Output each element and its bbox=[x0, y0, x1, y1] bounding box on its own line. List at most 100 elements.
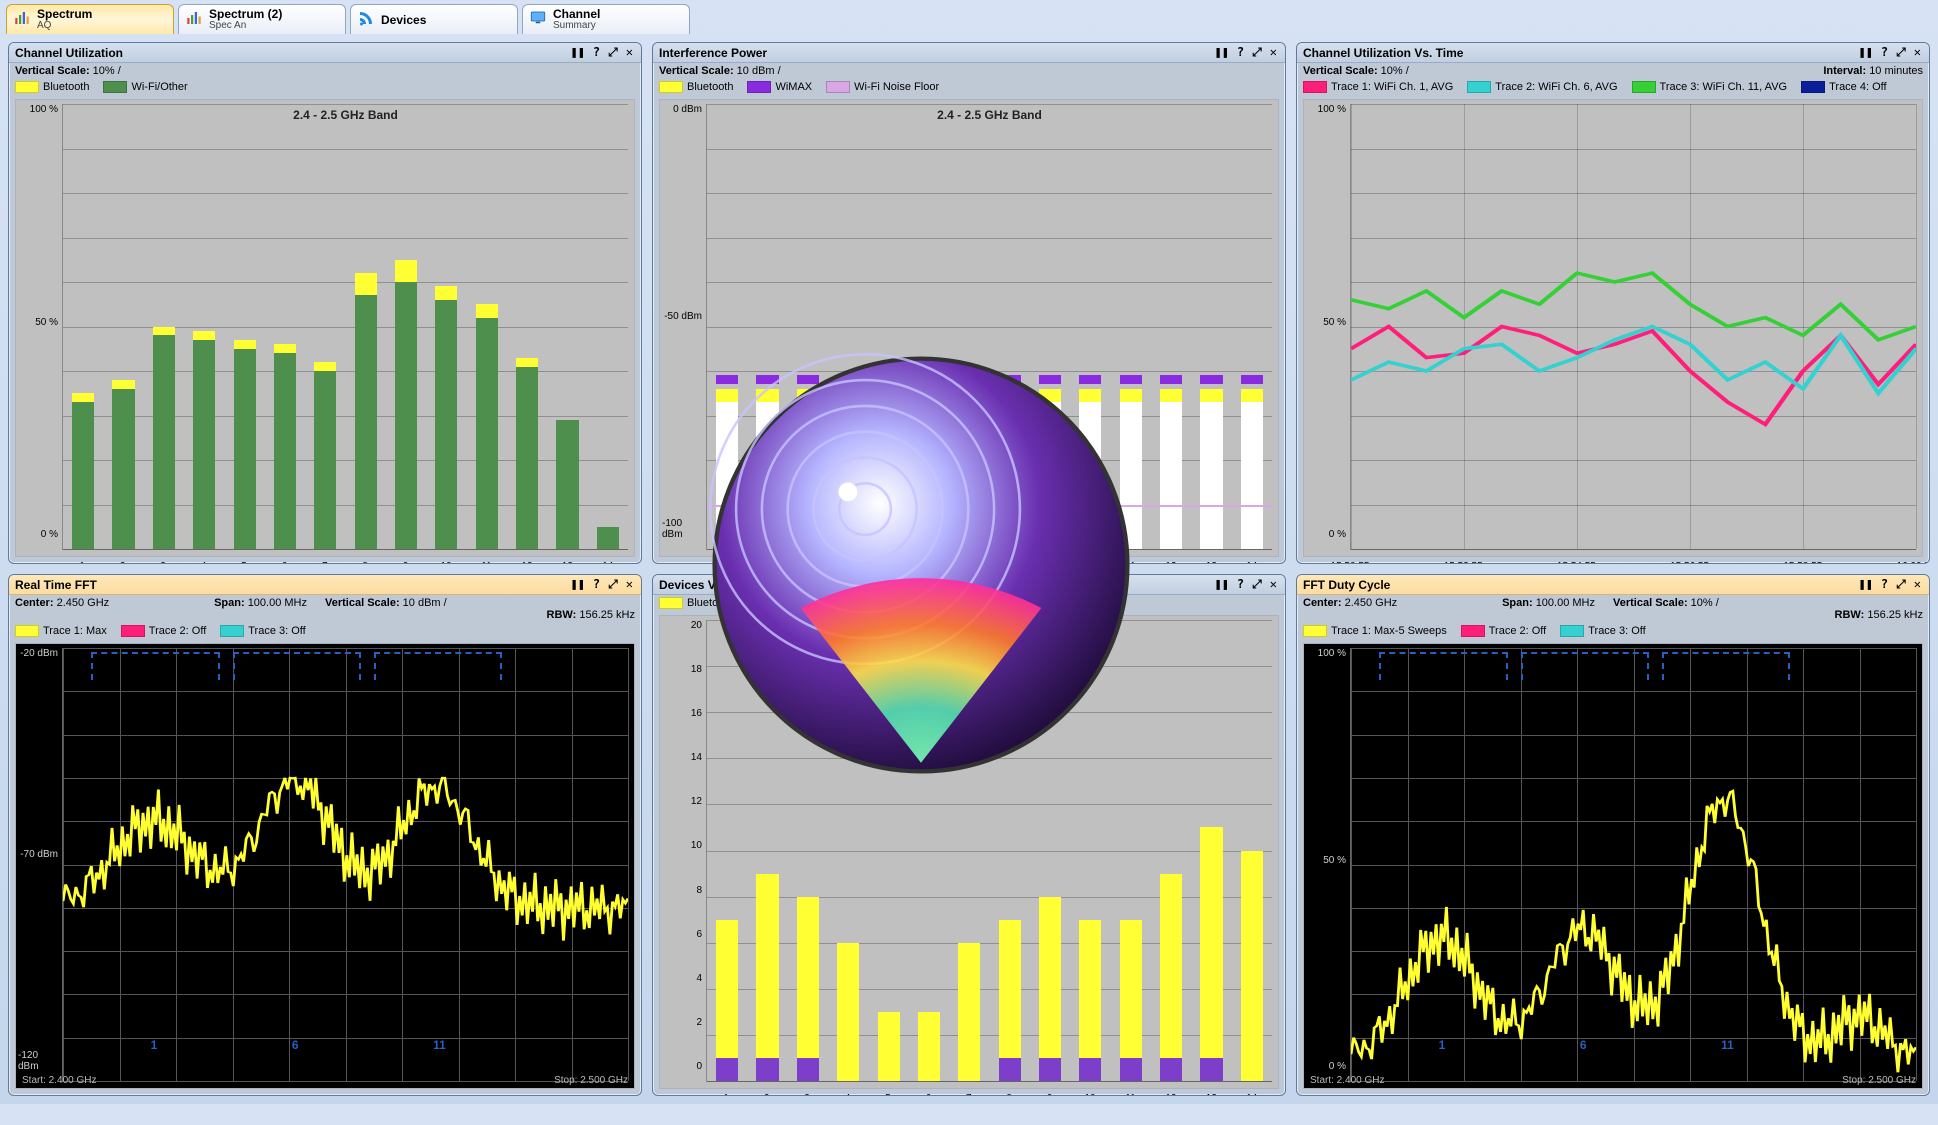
panel-title: FFT Duty Cycle bbox=[1303, 578, 1390, 592]
legend-label: Trace 2: Off bbox=[1489, 625, 1546, 637]
pause-button[interactable]: ❚❚ bbox=[568, 45, 586, 60]
legend-item[interactable]: Bluetooth bbox=[659, 597, 733, 609]
close-button[interactable]: ✕ bbox=[624, 45, 635, 60]
bar-wimax-cap bbox=[1160, 375, 1182, 384]
legend-item[interactable]: Wi-Fi Noise Floor bbox=[826, 81, 939, 93]
bar-wimax-cap bbox=[878, 375, 900, 384]
legend-swatch bbox=[220, 625, 244, 637]
bar-wimax-cap bbox=[958, 375, 980, 384]
legend-item[interactable]: Trace 3: WiFi Ch. 11, AVG bbox=[1632, 81, 1788, 93]
bar-bluetooth bbox=[837, 943, 859, 1081]
help-button[interactable]: ? bbox=[1235, 45, 1246, 60]
bar-body bbox=[1120, 402, 1142, 549]
tab-spectrum[interactable]: SpectrumAQ bbox=[6, 4, 174, 34]
bar-body bbox=[878, 402, 900, 549]
plot-fft-duty-cycle[interactable]: 100 %50 %0 % 1611 Start: 2.400 GHz Stop:… bbox=[1303, 643, 1923, 1089]
bar-bluetooth bbox=[797, 897, 819, 1081]
help-button[interactable]: ? bbox=[591, 45, 602, 60]
bar-bluetooth bbox=[878, 1012, 900, 1081]
close-button[interactable]: ✕ bbox=[624, 577, 635, 592]
legend-item[interactable]: Wi-Fi/Other bbox=[103, 81, 187, 93]
zoom-button[interactable]: ⤢ bbox=[606, 45, 620, 60]
panel-title: Real Time FFT bbox=[15, 578, 97, 592]
legend-swatch bbox=[103, 81, 127, 93]
help-button[interactable]: ? bbox=[591, 577, 602, 592]
tab-spectrum-2-[interactable]: Spectrum (2)Spec An bbox=[178, 4, 346, 34]
feed-icon bbox=[357, 9, 375, 30]
close-button[interactable]: ✕ bbox=[1912, 45, 1923, 60]
bar-wimax-cap bbox=[1241, 375, 1263, 384]
close-button[interactable]: ✕ bbox=[1268, 577, 1279, 592]
bar-bt-cap bbox=[1079, 389, 1101, 402]
help-button[interactable]: ? bbox=[1879, 577, 1890, 592]
bar-body bbox=[716, 402, 738, 549]
panel-tools: ❚❚ ? ⤢ ✕ bbox=[568, 45, 635, 60]
legend-item[interactable]: Bluetooth bbox=[659, 81, 733, 93]
legend: Bluetooth bbox=[653, 595, 1285, 611]
plot-utilization-vs-time[interactable]: 100 %50 %0 % 15:50:5515:52:5515:54:5515:… bbox=[1303, 99, 1923, 557]
legend-swatch bbox=[1560, 625, 1584, 637]
legend-item[interactable]: WiMAX bbox=[747, 81, 812, 93]
bar-wifi bbox=[476, 318, 498, 549]
legend-label: Wi-Fi Noise Floor bbox=[854, 81, 939, 93]
legend-label: Trace 1: Max bbox=[43, 625, 107, 637]
legend-label: Bluetooth bbox=[687, 597, 733, 609]
pause-button[interactable]: ❚❚ bbox=[1212, 45, 1230, 60]
zoom-button[interactable]: ⤢ bbox=[1894, 45, 1908, 60]
legend-label: Trace 3: Off bbox=[248, 625, 305, 637]
plot-real-time-fft[interactable]: -20 dBm-70 dBm-120 dBm 1611 Start: 2.400… bbox=[15, 643, 635, 1089]
bar-bluetooth-cap bbox=[112, 380, 134, 389]
panel-title: Channel Utilization bbox=[15, 46, 123, 60]
dashboard-grid: Channel Utilization ❚❚ ? ⤢ ✕ Vertical Sc… bbox=[0, 34, 1938, 1104]
legend: Trace 1: Max Trace 2: Off Trace 3: Off bbox=[9, 623, 641, 639]
legend-swatch bbox=[1461, 625, 1485, 637]
bar-bt-cap bbox=[797, 389, 819, 402]
panel-fft-duty-cycle: FFT Duty Cycle ❚❚ ? ⤢ ✕ Center: 2.450 GH… bbox=[1296, 574, 1930, 1096]
pause-button[interactable]: ❚❚ bbox=[1212, 577, 1230, 592]
bar-bluetooth-cap bbox=[314, 362, 336, 371]
help-button[interactable]: ? bbox=[1879, 45, 1890, 60]
panel-interference-power: Interference Power ❚❚ ? ⤢ ✕ Vertical Sca… bbox=[652, 42, 1286, 564]
legend-item[interactable]: Trace 1: Max bbox=[15, 625, 107, 637]
legend-item[interactable]: Bluetooth bbox=[15, 81, 89, 93]
legend-item[interactable]: Trace 4: Off bbox=[1801, 81, 1886, 93]
pause-button[interactable]: ❚❚ bbox=[1856, 577, 1874, 592]
plot-devices-vs-channel[interactable]: 20181614121086420 1234567891011121314 bbox=[659, 615, 1279, 1089]
bar-bluetooth bbox=[1200, 827, 1222, 1081]
legend-item[interactable]: Trace 3: Off bbox=[1560, 625, 1645, 637]
legend-item[interactable]: Trace 2: Off bbox=[1461, 625, 1546, 637]
bar-wimax-cap bbox=[1039, 375, 1061, 384]
bar-bt-cap bbox=[1120, 389, 1142, 402]
legend-label: WiMAX bbox=[775, 81, 812, 93]
legend-item[interactable]: Trace 2: Off bbox=[121, 625, 206, 637]
monitor-icon bbox=[529, 9, 547, 30]
tab-subtitle: Summary bbox=[553, 20, 600, 31]
bar-bluetooth bbox=[716, 920, 738, 1081]
panel-devices-vs-channel: Devices Vs. Channel ❚❚ ? ⤢ ✕ Bluetooth 2… bbox=[652, 574, 1286, 1096]
close-button[interactable]: ✕ bbox=[1268, 45, 1279, 60]
legend-item[interactable]: Trace 2: WiFi Ch. 6, AVG bbox=[1467, 81, 1617, 93]
plot-channel-utilization[interactable]: 100 %50 %0 % 2.4 - 2.5 GHz Band 12345678… bbox=[15, 99, 635, 557]
tab-devices[interactable]: Devices bbox=[350, 4, 518, 34]
legend-item[interactable]: Trace 3: Off bbox=[220, 625, 305, 637]
legend-item[interactable]: Trace 1: WiFi Ch. 1, AVG bbox=[1303, 81, 1453, 93]
plot-interference-power[interactable]: 0 dBm-50 dBm-100 dBm 2.4 - 2.5 GHz Band … bbox=[659, 99, 1279, 557]
zoom-button[interactable]: ⤢ bbox=[1894, 577, 1908, 592]
bar-bt-cap bbox=[1160, 389, 1182, 402]
help-button[interactable]: ? bbox=[1235, 577, 1246, 592]
tab-channel[interactable]: ChannelSummary bbox=[522, 4, 690, 34]
close-button[interactable]: ✕ bbox=[1912, 577, 1923, 592]
legend-item[interactable]: Trace 1: Max-5 Sweeps bbox=[1303, 625, 1447, 637]
zoom-button[interactable]: ⤢ bbox=[606, 577, 620, 592]
bar-bluetooth bbox=[1079, 920, 1101, 1081]
pause-button[interactable]: ❚❚ bbox=[1856, 45, 1874, 60]
bar-bluetooth bbox=[1241, 851, 1263, 1082]
bar-bluetooth-cap bbox=[355, 273, 377, 295]
pause-button[interactable]: ❚❚ bbox=[568, 577, 586, 592]
bar-bluetooth-cap bbox=[153, 327, 175, 336]
zoom-button[interactable]: ⤢ bbox=[1250, 577, 1264, 592]
legend: Trace 1: WiFi Ch. 1, AVG Trace 2: WiFi Ch… bbox=[1297, 79, 1929, 95]
legend-swatch bbox=[1303, 81, 1327, 93]
zoom-button[interactable]: ⤢ bbox=[1250, 45, 1264, 60]
bar-bluetooth-cap bbox=[234, 340, 256, 349]
